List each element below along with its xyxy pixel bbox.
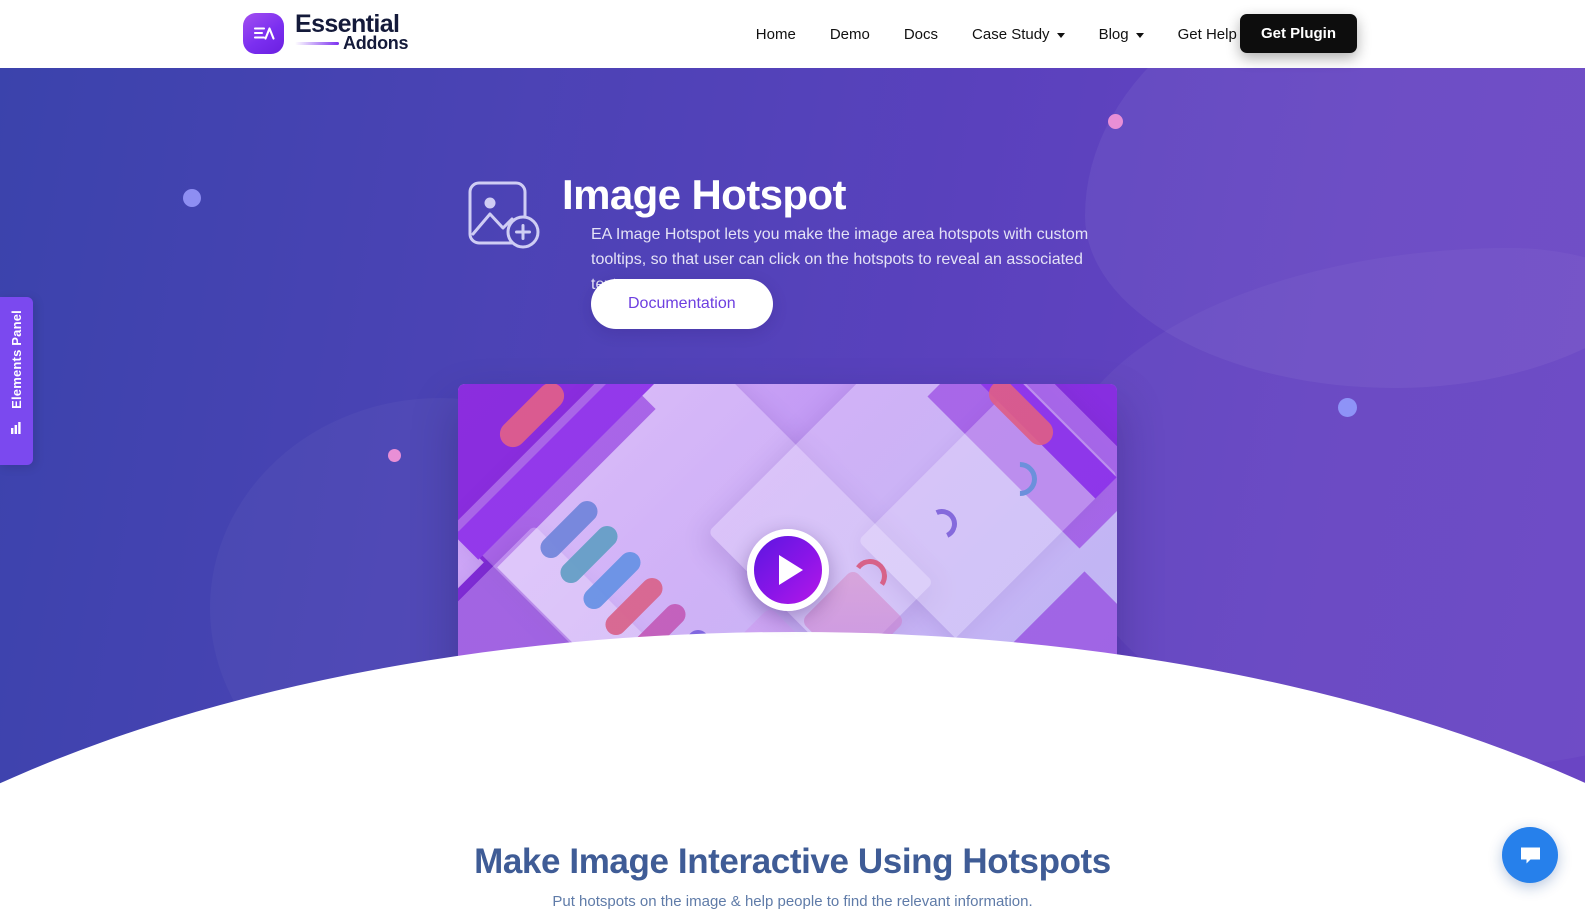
documentation-button[interactable]: Documentation — [591, 279, 773, 329]
play-icon[interactable] — [747, 529, 829, 611]
logo-wordmark: Essential Addons — [295, 12, 408, 54]
feature-intro-section: Make Image Interactive Using Hotspots Pu… — [0, 820, 1585, 907]
nav-label: Case Study — [972, 26, 1050, 43]
nav-item-blog[interactable]: Blog — [1082, 0, 1161, 68]
nav-label: Demo — [830, 26, 870, 43]
nav-label: Get Help — [1178, 26, 1237, 43]
decorative-dot — [183, 189, 201, 207]
nav-item-home[interactable]: Home — [739, 0, 813, 68]
bar-chart-icon — [10, 421, 24, 440]
section-title: Make Image Interactive Using Hotspots — [0, 842, 1585, 882]
hero-section: Image Hotspot EA Image Hotspot lets you … — [0, 68, 1585, 820]
elements-panel-label: Elements Panel — [9, 310, 24, 409]
nav-label: Docs — [904, 26, 938, 43]
nav-item-case-study[interactable]: Case Study — [955, 0, 1082, 68]
decorative-dot — [1338, 398, 1357, 417]
logo-dash — [295, 42, 339, 45]
ea-logo-icon — [243, 13, 284, 54]
nav-item-demo[interactable]: Demo — [813, 0, 887, 68]
decorative-dot — [1108, 114, 1123, 129]
chevron-down-icon — [1057, 33, 1065, 38]
nav-label: Blog — [1099, 26, 1129, 43]
chevron-down-icon — [1136, 33, 1144, 38]
decorative-dot — [388, 449, 401, 462]
section-subtitle: Put hotspots on the image & help people … — [0, 893, 1585, 910]
page-title: Image Hotspot — [562, 172, 846, 218]
nav-item-docs[interactable]: Docs — [887, 0, 955, 68]
logo-text-bottom: Addons — [343, 34, 408, 52]
chat-bubble-icon[interactable] — [1502, 827, 1558, 883]
nav-label: Home — [756, 26, 796, 43]
site-logo[interactable]: Essential Addons — [243, 12, 408, 54]
site-header: Essential Addons Home Demo Docs Case Stu… — [0, 0, 1585, 68]
image-hotspot-icon — [466, 178, 540, 252]
get-plugin-button[interactable]: Get Plugin — [1240, 14, 1357, 53]
play-triangle — [779, 555, 803, 585]
elements-panel-tab[interactable]: Elements Panel — [0, 297, 33, 465]
